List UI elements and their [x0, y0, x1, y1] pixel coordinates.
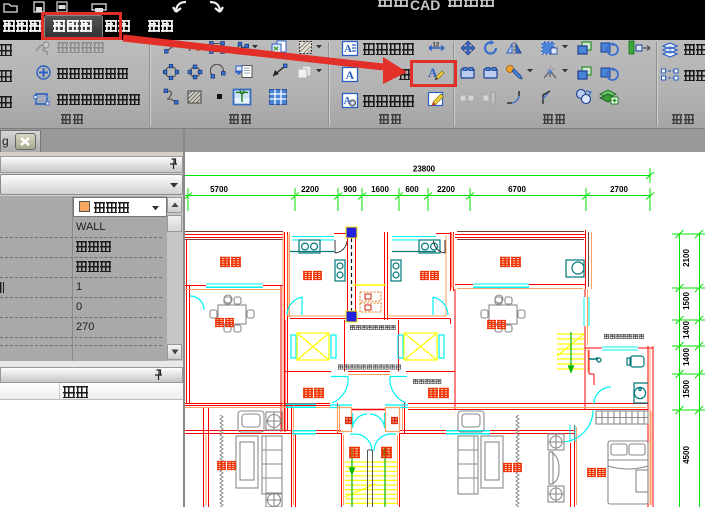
svg-text:600: 600: [405, 185, 419, 194]
svg-text:12: 12: [433, 43, 440, 49]
svg-text:1500: 1500: [682, 292, 691, 310]
svg-text:5700: 5700: [210, 185, 228, 194]
svg-text:4500: 4500: [682, 446, 691, 464]
svg-text:1600: 1600: [371, 185, 389, 194]
svg-text:2200: 2200: [437, 185, 455, 194]
svg-text:1400: 1400: [682, 348, 691, 366]
svg-text:23800: 23800: [413, 165, 436, 174]
svg-text:2100: 2100: [682, 249, 691, 267]
svg-text:2700: 2700: [610, 185, 628, 194]
svg-text:6700: 6700: [508, 185, 526, 194]
svg-text:1400: 1400: [682, 321, 691, 339]
svg-text:1500: 1500: [682, 380, 691, 398]
svg-text:900: 900: [343, 185, 357, 194]
svg-text:2200: 2200: [301, 185, 319, 194]
